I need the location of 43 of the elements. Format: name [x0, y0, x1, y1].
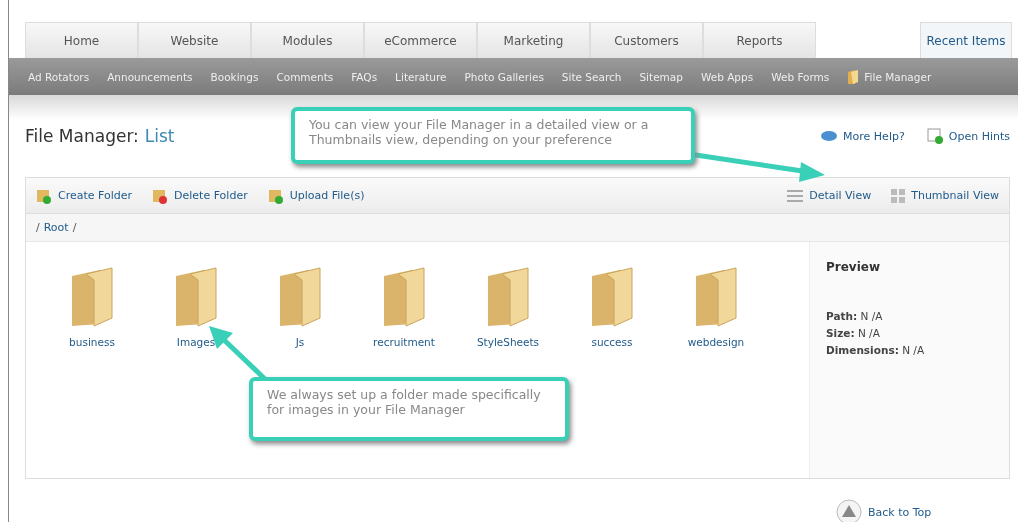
hint-callout: We always set up a folder made specifically for images in your File Manager — [249, 377, 569, 441]
page-subtitle: List — [144, 126, 175, 146]
page-title: File Manager: — [25, 126, 139, 146]
preview-detail: Path: N /A — [826, 310, 884, 322]
toolbar-link[interactable]: Create Folder — [36, 187, 133, 204]
more-help-link[interactable]: More Help? — [821, 128, 905, 144]
nav-tab[interactable]: Modules — [251, 22, 364, 58]
speech-bubble-icon — [821, 130, 838, 142]
hint-callout: You can view your File Manager in a detailed view or a Thumbnails view, depending on your preference — [291, 107, 695, 164]
toolbar-link[interactable]: Delete Folder — [152, 187, 248, 204]
nav-tab[interactable]: Reports — [703, 22, 816, 58]
breadcrumb-separator: / — [36, 221, 40, 234]
breadcrumb-separator: / — [72, 221, 77, 234]
folder-item[interactable]: StyleSheets — [456, 266, 560, 348]
list-icon — [787, 188, 804, 203]
nav-tab[interactable]: Marketing — [477, 22, 590, 58]
folder-icon — [847, 68, 860, 85]
nav-tab[interactable]: Customers — [590, 22, 703, 58]
nav-tab[interactable]: Website — [138, 22, 251, 58]
folder-upload-icon — [267, 187, 284, 204]
folder-create-icon — [36, 187, 52, 204]
nav-tab[interactable]: eCommerce — [364, 22, 477, 58]
grid-icon — [891, 188, 906, 203]
up-arrow-icon — [836, 499, 862, 522]
view-link[interactable]: Detail View — [787, 188, 872, 203]
open-hints-link[interactable]: Open Hints — [926, 128, 1010, 144]
folder-item[interactable]: business — [40, 266, 144, 348]
toolbar-link[interactable]: Upload File(s) — [267, 187, 365, 204]
folder-item[interactable]: webdesign — [664, 266, 768, 348]
preview-detail: Dimensions: N /A — [826, 344, 926, 356]
back-to-top-link[interactable]: Back to Top — [836, 499, 932, 522]
view-link[interactable]: Thumbnail View — [891, 188, 999, 203]
preview-title: Preview — [826, 260, 881, 274]
nav-tab[interactable]: Home — [25, 22, 138, 58]
recent-items-tab[interactable]: Recent Items — [920, 22, 1012, 58]
folder-item[interactable]: Images — [144, 266, 248, 348]
folder-delete-icon — [152, 187, 169, 204]
folder-item[interactable]: recruitment — [352, 266, 456, 348]
document-icon — [926, 128, 943, 144]
folder-item[interactable]: success — [560, 266, 664, 348]
preview-detail: Size: N /A — [826, 327, 881, 339]
folder-item[interactable]: Js — [248, 266, 352, 348]
breadcrumb-link[interactable]: Root — [43, 221, 69, 234]
